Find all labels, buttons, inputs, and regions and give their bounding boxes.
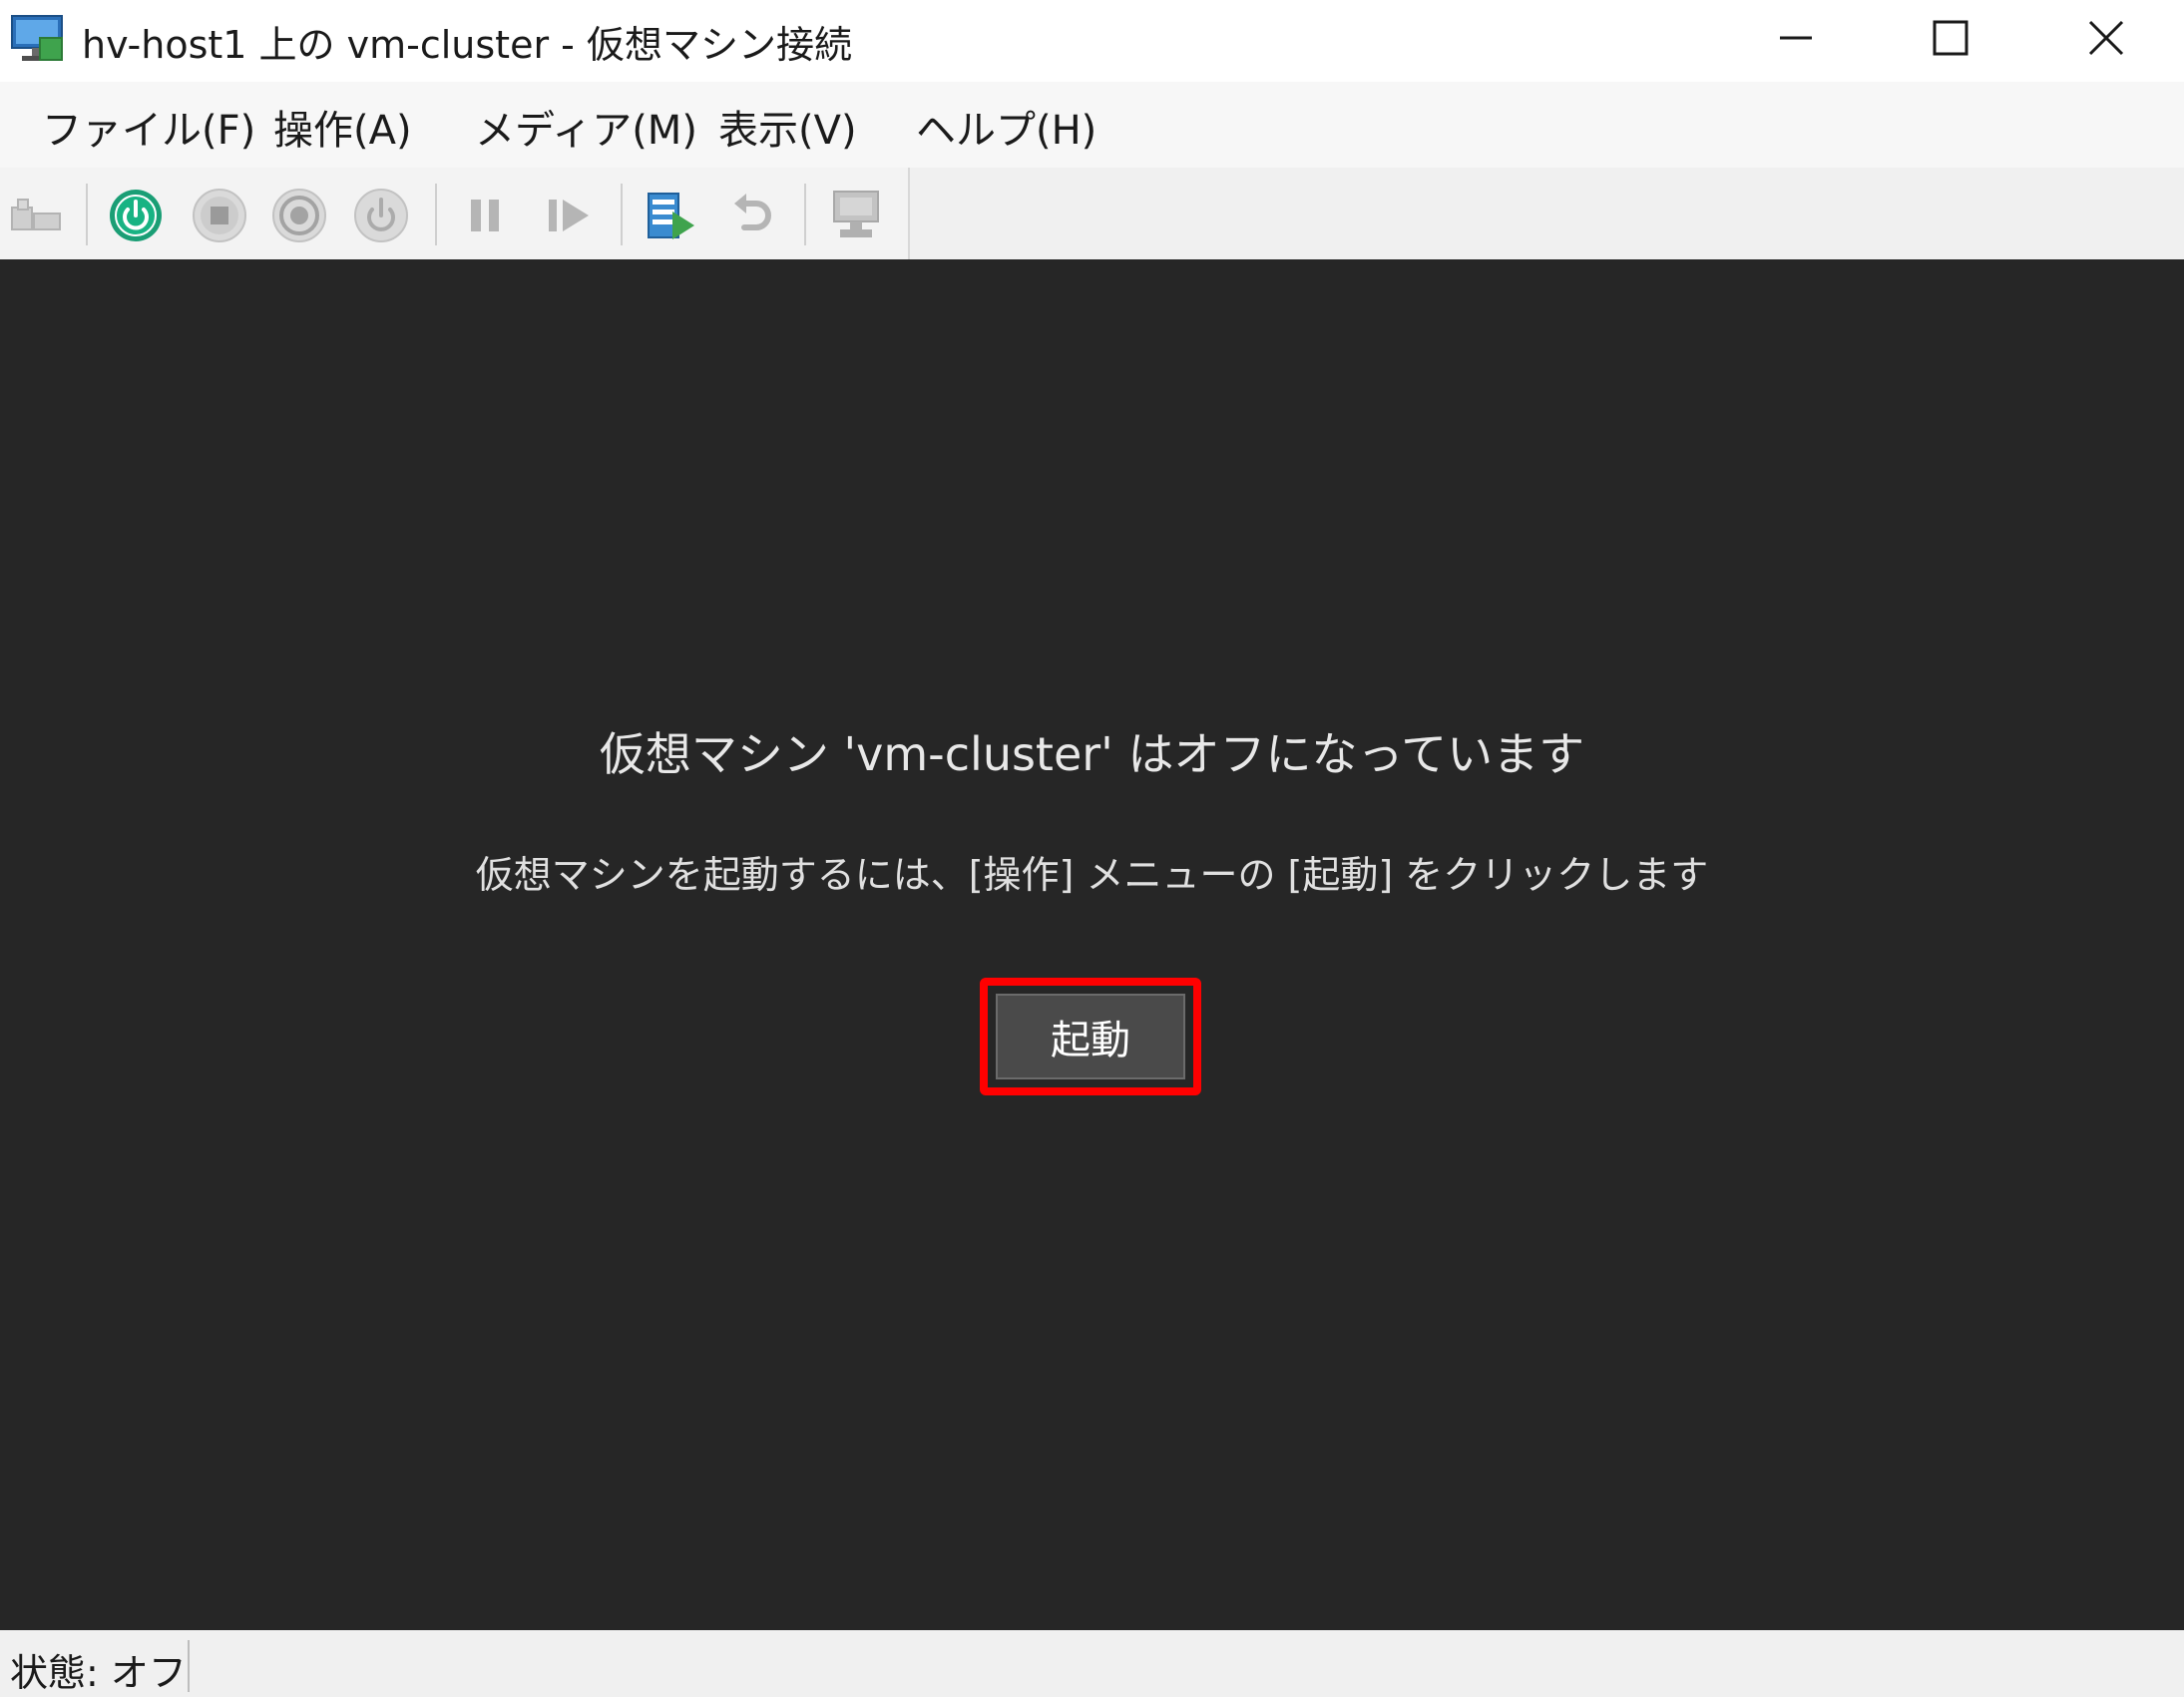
minimize-button[interactable] xyxy=(1721,0,1871,76)
revert-icon[interactable] xyxy=(726,188,782,243)
title-bar: hv-host1 上の vm-cluster - 仮想マシン接続 xyxy=(0,0,2184,76)
menu-view[interactable]: 表示(V) xyxy=(718,98,857,156)
vm-console: 仮想マシン 'vm-cluster' はオフになっています 仮想マシンを起動する… xyxy=(0,259,2184,1630)
turn-off-icon[interactable] xyxy=(192,188,247,243)
checkpoint-icon[interactable] xyxy=(643,188,698,243)
ctrl-alt-del-icon[interactable] xyxy=(8,188,64,243)
resume-icon[interactable] xyxy=(543,188,599,243)
toolbar xyxy=(0,168,2184,259)
save-icon[interactable] xyxy=(353,188,409,243)
status-separator xyxy=(188,1640,190,1692)
start-icon[interactable] xyxy=(108,188,164,243)
pause-icon[interactable] xyxy=(459,188,515,243)
vm-connection-icon xyxy=(11,15,63,61)
menu-bar: ファイル(F) 操作(A) メディア(M) 表示(V) ヘルプ(H) xyxy=(0,82,2184,168)
close-icon xyxy=(2088,20,2124,56)
enhanced-session-icon[interactable] xyxy=(828,188,884,243)
close-button[interactable] xyxy=(2031,0,2181,76)
start-button[interactable]: 起動 xyxy=(996,994,1185,1079)
status-bar: 状態: オフ xyxy=(0,1630,2184,1697)
menu-file[interactable]: ファイル(F) xyxy=(42,98,255,156)
maximize-icon xyxy=(1933,20,1968,56)
menu-media[interactable]: メディア(M) xyxy=(475,98,697,156)
vm-status: 状態: オフ xyxy=(10,1651,187,1695)
menu-help[interactable]: ヘルプ(H) xyxy=(916,98,1096,156)
toolbar-separator xyxy=(621,184,623,245)
window-title: hv-host1 上の vm-cluster - 仮想マシン接続 xyxy=(82,23,852,67)
toolbar-separator xyxy=(435,184,437,245)
start-instruction: 仮想マシンを起動するには、[操作] メニューの [起動] をクリックします xyxy=(475,853,1709,897)
minimize-icon xyxy=(1780,36,1812,40)
toolbar-separator xyxy=(804,184,806,245)
toolbar-separator xyxy=(86,184,88,245)
vm-off-message: 仮想マシン 'vm-cluster' はオフになっています xyxy=(599,727,1585,781)
toolbar-strip xyxy=(0,168,910,259)
shut-down-icon[interactable] xyxy=(271,188,327,243)
maximize-button[interactable] xyxy=(1876,0,2025,76)
menu-action[interactable]: 操作(A) xyxy=(273,98,412,156)
